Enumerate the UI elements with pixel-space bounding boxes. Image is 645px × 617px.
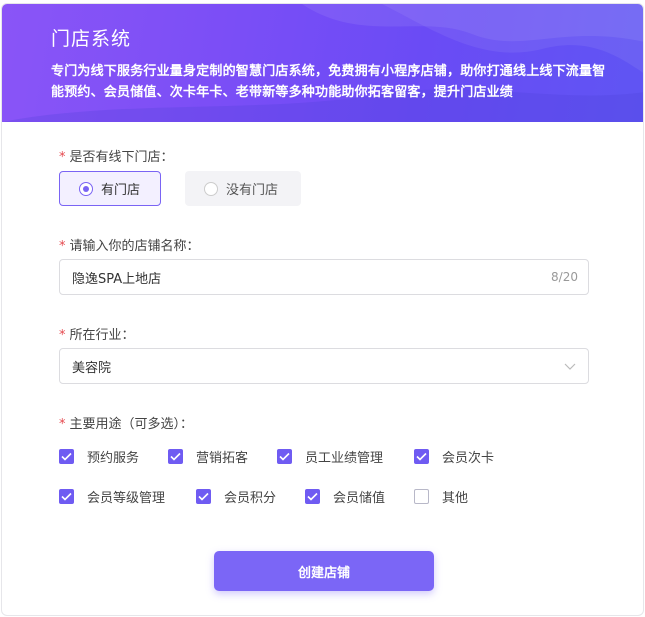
store-question-text: 是否有线下门店： — [69, 150, 174, 165]
radio-has-store-label: 有门店 — [101, 183, 141, 198]
radio-selected-icon — [79, 181, 93, 196]
checkbox-staff-performance[interactable]: 员工业绩管理 — [277, 447, 383, 466]
checkbox-label: 会员储值 — [333, 491, 386, 506]
checkbox-checked-icon — [168, 449, 183, 464]
char-counter: 8/20 — [551, 270, 578, 284]
required-mark: * — [59, 417, 66, 432]
industry-select[interactable]: 美容院 — [59, 348, 589, 384]
checkbox-marketing[interactable]: 营销拓客 — [168, 447, 248, 466]
banner-title: 门店系统 — [51, 28, 132, 50]
checkbox-checked-icon — [59, 489, 74, 504]
store-question-label: * 是否有线下门店： — [59, 146, 174, 165]
required-mark: * — [59, 150, 66, 165]
create-store-button[interactable]: 创建店铺 — [214, 551, 434, 591]
checkbox-label: 其他 — [442, 491, 469, 506]
checkbox-unchecked-icon — [414, 489, 429, 504]
industry-label: * 所在行业： — [59, 324, 135, 343]
radio-has-store[interactable]: 有门店 — [59, 171, 161, 206]
store-name-label: * 请输入你的店铺名称： — [59, 235, 200, 254]
checkbox-member-deposit[interactable]: 会员储值 — [305, 487, 385, 506]
store-name-text: 请输入你的店铺名称： — [69, 239, 200, 254]
chevron-down-icon — [564, 363, 576, 370]
radio-unselected-icon — [204, 181, 218, 196]
checkbox-label: 会员积分 — [224, 491, 277, 506]
checkbox-label: 预约服务 — [87, 451, 140, 466]
store-name-input[interactable]: 隐逸SPA上地店 8/20 — [59, 259, 589, 295]
radio-no-store[interactable]: 没有门店 — [185, 171, 301, 206]
usage-text: 主要用途（可多选）： — [69, 417, 194, 432]
checkbox-label: 会员次卡 — [442, 451, 495, 466]
required-mark: * — [59, 239, 66, 254]
checkbox-other[interactable]: 其他 — [414, 487, 468, 506]
checkbox-checked-icon — [414, 449, 429, 464]
checkbox-checked-icon — [277, 449, 292, 464]
industry-text: 所在行业： — [69, 328, 135, 343]
checkbox-member-level[interactable]: 会员等级管理 — [59, 487, 165, 506]
usage-label: * 主要用途（可多选）： — [59, 413, 193, 432]
store-name-value: 隐逸SPA上地店 — [72, 271, 162, 287]
industry-value: 美容院 — [72, 360, 112, 376]
checkbox-member-points[interactable]: 会员积分 — [196, 487, 276, 506]
checkbox-member-pass[interactable]: 会员次卡 — [414, 447, 494, 466]
header-banner: 门店系统 专门为线下服务行业量身定制的智慧门店系统，免费拥有小程序店铺，助你打通… — [2, 4, 643, 122]
banner-description: 专门为线下服务行业量身定制的智慧门店系统，免费拥有小程序店铺，助你打通线上线下流… — [51, 64, 606, 100]
checkbox-checked-icon — [59, 449, 74, 464]
checkbox-checked-icon — [305, 489, 320, 504]
checkbox-label: 会员等级管理 — [87, 491, 166, 506]
radio-no-store-label: 没有门店 — [226, 183, 279, 198]
checkbox-label: 员工业绩管理 — [305, 451, 384, 466]
checkbox-booking[interactable]: 预约服务 — [59, 447, 139, 466]
checkbox-label: 营销拓客 — [196, 451, 249, 466]
store-setup-card: 门店系统 专门为线下服务行业量身定制的智慧门店系统，免费拥有小程序店铺，助你打通… — [1, 3, 644, 616]
required-mark: * — [59, 328, 66, 343]
checkbox-checked-icon — [196, 489, 211, 504]
